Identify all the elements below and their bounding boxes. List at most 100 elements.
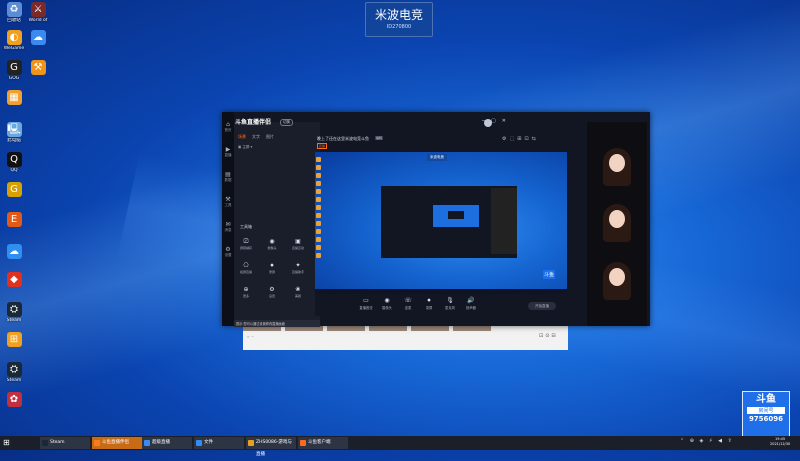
stream-preview[interactable]: 米波电竞 斗鱼 <box>315 152 567 294</box>
window-controls-icon[interactable]: ⊡⊙⊟ <box>539 333 558 339</box>
app-logo: 斗鱼直播伴侣 <box>235 119 272 126</box>
desktop-icon[interactable]: ⛭ Steam <box>2 302 26 323</box>
search-hint[interactable]: ⌕ ··· <box>247 334 287 339</box>
panel-tab[interactable]: 图片 <box>266 134 274 139</box>
bottom-tool-button[interactable]: ◉ 摄像头 <box>376 297 398 310</box>
sidebar-item[interactable]: ▤ 数据 <box>222 171 234 187</box>
bottom-tool-button[interactable]: 🔊 扬声器 <box>460 297 482 310</box>
bottom-tool-button[interactable]: 🎙 麦克风 <box>439 297 461 310</box>
preview-badge: 斗鱼 <box>543 270 556 279</box>
tip-notice: 提示:您可以通过设置修改直播画面 <box>234 320 320 327</box>
bottom-tool-button[interactable]: ☏ 连麦 <box>397 297 419 310</box>
camera-feed[interactable] <box>589 260 645 304</box>
preview-controls[interactable]: ⚙⬚⊞⊡⇆ <box>502 136 539 142</box>
panel-tab[interactable]: 场景 <box>238 134 246 139</box>
sidebar-label: 消息 <box>224 228 232 232</box>
preview-cams <box>491 188 517 254</box>
desktop-icon[interactable]: ◐ WeGame <box>2 30 26 51</box>
desktop-icon[interactable]: ⚒ <box>26 60 50 76</box>
desktop-icon[interactable]: ◆ <box>2 272 26 288</box>
scene-row[interactable]: ▣ 主屏 ▾ <box>238 145 252 150</box>
sidebar-label: 首页 <box>224 128 232 132</box>
gog-icon: G <box>6 60 22 75</box>
tool-button[interactable]: ⚙ 设置 <box>262 286 282 298</box>
desktop-icon[interactable]: ▦ <box>2 90 26 106</box>
tool-button[interactable]: ⏺ 录屏 <box>262 262 282 274</box>
tool-button[interactable]: ◉ 摄像头 <box>262 238 282 250</box>
tool-button[interactable]: ❀ 美颜 <box>288 286 308 298</box>
room-edit-badge[interactable]: 编辑 <box>375 136 384 140</box>
camera-feed[interactable] <box>589 202 645 246</box>
desktop-icon[interactable]: ☁ <box>26 30 50 46</box>
panel-tab[interactable]: 文字 <box>252 134 260 139</box>
bottom-tool-button[interactable]: ⏺ 录屏 <box>418 297 440 310</box>
window-controls[interactable]: ─▢✕ <box>482 118 512 124</box>
tool-icon: ❀ <box>295 286 301 293</box>
version-switch[interactable]: 切换 <box>280 119 293 126</box>
camera-feed[interactable] <box>589 146 645 190</box>
desktop-icon[interactable]: Q QQ <box>2 152 26 173</box>
tool-button[interactable]: ▣ 直播互动 <box>288 238 308 250</box>
cloud-icon: ☁ <box>30 30 46 45</box>
tool-label: 屏幕捕获 <box>239 246 252 250</box>
tool-icon: ⎔ <box>243 262 249 269</box>
browser-window[interactable]: ⌕ ··· ⊡⊙⊟ <box>243 326 568 350</box>
garena-icon: G <box>6 182 22 197</box>
tool-label: 直播互动 <box>291 246 304 250</box>
maximize-icon: ▢ <box>491 118 502 124</box>
sidebar-item[interactable]: ⚙ 设置 <box>222 246 234 262</box>
sidebar-item[interactable]: ▶ 直播 <box>222 146 234 162</box>
thumbnail[interactable] <box>327 326 365 331</box>
tool-button[interactable]: ⊕ 更多 <box>236 286 256 298</box>
taskbar-item[interactable]: ZHS0086-游戏与直播 <box>246 437 296 457</box>
sidebar-icon: ⚙ <box>225 246 231 253</box>
room-title[interactable]: 晚上了还在这里米波电竞斗鱼 <box>317 136 369 142</box>
sidebar-item[interactable]: ✉ 消息 <box>222 221 234 237</box>
bottom-tool-icon: 🎙 <box>446 297 454 304</box>
start-live-button[interactable]: 开始直播 <box>528 302 556 310</box>
desktop-icon[interactable]: G GOG <box>2 60 26 81</box>
taskbar-item[interactable]: 斗鱼客户端 <box>298 437 348 449</box>
taskbar-item[interactable]: 文件 <box>194 437 244 449</box>
tool-icon: ⏺ <box>270 262 274 269</box>
start-button[interactable]: ⊞ <box>3 438 13 448</box>
tool-label: 摄像头 <box>267 246 277 250</box>
taskbar-item[interactable]: Steam <box>40 437 90 449</box>
desktop-icon[interactable]: 🖳 此电脑 <box>2 122 26 143</box>
desktop-icon-label: QQ <box>10 168 18 173</box>
desktop-icon[interactable]: ☁ <box>2 244 26 260</box>
clock[interactable]: 19:45 2021/12/30 <box>770 437 790 447</box>
sidebar-item[interactable]: ⚒ 工具 <box>222 196 234 212</box>
tool-button[interactable]: ⎚ 屏幕捕获 <box>236 238 256 250</box>
sidebar-icon: ✉ <box>225 221 231 228</box>
desktop-icon[interactable]: ♻ 回收站 <box>2 2 26 23</box>
desktop-icon[interactable]: ⛭ Steam <box>2 362 26 383</box>
tool-icon: ⊕ <box>243 286 249 293</box>
thumbnail[interactable] <box>453 326 491 331</box>
desktop-icon[interactable]: G <box>2 182 26 198</box>
tool-button[interactable]: ✦ 直播助手 <box>288 262 308 274</box>
preview-nested-app <box>448 211 464 219</box>
desktop-icon[interactable]: E <box>2 212 26 228</box>
desktop-icon[interactable]: ✿ <box>2 392 26 408</box>
close-icon: ✕ <box>501 118 512 124</box>
taskbar-item[interactable]: 斗鱼直播伴侣 <box>92 437 142 449</box>
watermark-title: 米波电竞 <box>374 8 423 22</box>
bottom-tool-label: 摄像头 <box>382 306 392 310</box>
thumbnail[interactable] <box>411 326 449 331</box>
thumbnail[interactable] <box>369 326 407 331</box>
desktop-icon[interactable]: ⊞ <box>2 332 26 348</box>
tool-button[interactable]: ⎔ 截屏直播 <box>236 262 256 274</box>
tool-icon: ▣ <box>295 238 301 245</box>
qq-icon: Q <box>6 152 22 167</box>
toolbox-title: 工具箱 <box>240 224 252 229</box>
bottom-tool-button[interactable]: ▭ 直播推流 <box>355 297 377 310</box>
system-tray[interactable]: ⌃ ⊕ ◈ ⚡ ◀ ⇪ <box>680 438 734 444</box>
taskbar-item[interactable]: 超级直播 <box>142 437 192 449</box>
streaming-app-window[interactable]: ⌂ 首页 ▶ 直播 ▤ 数据 ⚒ 工具 ✉ 消息 ⚙ 设置 斗鱼直播伴侣 切换 场景 文字 图片 ▣ 主屏… <box>222 112 650 327</box>
sidebar-label: 数据 <box>224 178 232 182</box>
camera-grid <box>587 122 647 326</box>
bottom-toolbar: 开始直播 ▭ 直播推流 ◉ 摄像头 ☏ 连麦 ⏺ 录屏 🎙 麦克风 🔊 扬声器 <box>315 294 567 316</box>
sidebar-item[interactable]: ⌂ 首页 <box>222 121 234 137</box>
desktop-icon[interactable]: ⚔ World of <box>26 2 50 23</box>
